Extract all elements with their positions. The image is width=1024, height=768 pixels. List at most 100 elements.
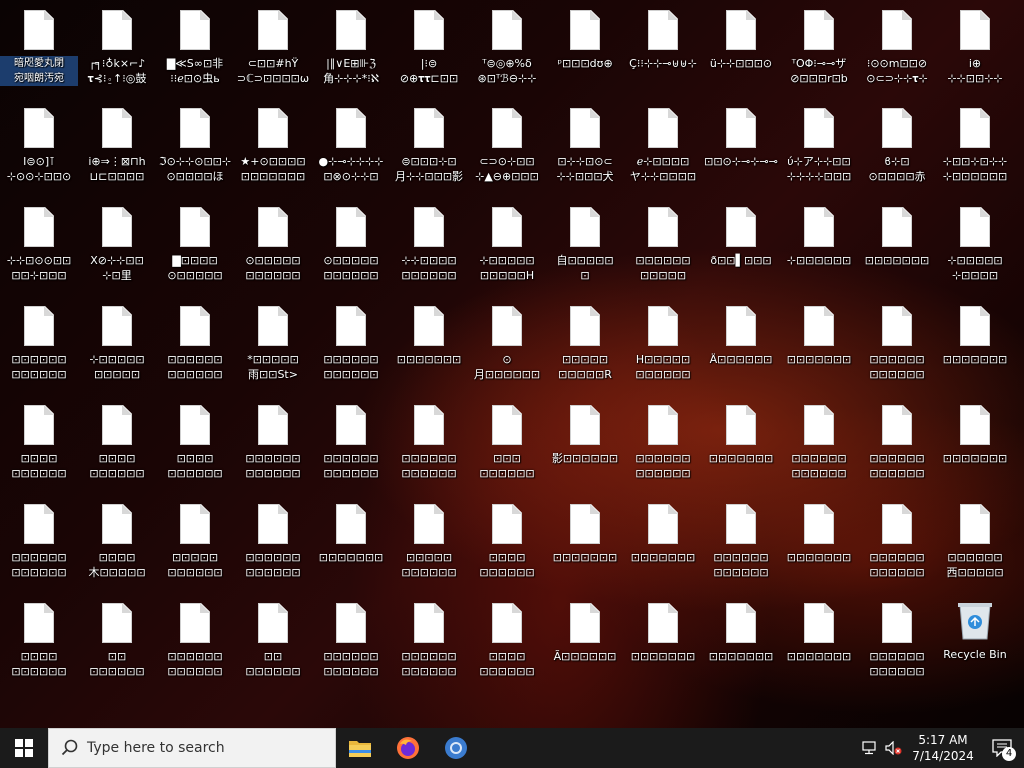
desktop-file-icon[interactable]: ⊡⊡⊡⊡⊡⊡ ⊡⊡⊡⊡⊡⊡ <box>0 296 78 392</box>
desktop-file-icon[interactable]: ⊡⊡⊡⊡⊡⊡ ⊡⊡⊡⊡⊡⊡ <box>312 296 390 392</box>
desktop-file-icon[interactable]: ▇≪S∞⊡非 ⁝⁝ℯ⊡⊙虫ь <box>156 0 234 96</box>
desktop-file-icon[interactable]: ⊡⊡⊡⊡⊡⊡ ⊡⊡⊡⊡⊡⊡ <box>858 494 936 590</box>
desktop-file-icon[interactable]: ┌╕⁝♁k⨯⌐♪ 𝛕⊰⁝⍛↑⁝◎鼓 <box>78 0 156 96</box>
desktop-file-icon[interactable]: ⊡⊡⊡⊡⊡⊡⊡ <box>702 593 780 689</box>
desktop-file-icon[interactable]: ⊡⊡⊡⊡⊡⊡ ⊡⊡⊡⊡⊡⊡ <box>234 395 312 491</box>
desktop-file-icon[interactable]: ⊡⊡⊡⊡⊡⊡ ⊡⊡⊡⊡⊡⊡ <box>390 395 468 491</box>
desktop-file-icon[interactable]: ⊡⊡⊡⊡⊡⊡ ⊡⊡⊡⊡⊡⊡ <box>858 296 936 392</box>
taskbar-search-box[interactable]: Type here to search <box>48 728 336 768</box>
desktop-file-icon[interactable]: ⊡⊡⊡⊡⊡⊡ 西⊡⊡⊡⊡⊡ <box>936 494 1014 590</box>
desktop-file-icon[interactable]: ⊡⊡⊡⊡⊡⊡ ⊡⊡⊡⊡⊡⊡ <box>702 494 780 590</box>
desktop-file-icon[interactable]: ⊡⊡⊡⊡⊡⊡ ⊡⊡⊡⊡⊡⊡ <box>858 395 936 491</box>
desktop-file-icon[interactable]: ύ⊹ア⊹⊹⊡⊡ ⊹⊹⊹⊹⊡⊡⊡ <box>780 98 858 194</box>
desktop-file-icon[interactable]: ⊜⊡⊡⊡⊹⊡ 月⊹⊹⊡⊡⊡影 <box>390 98 468 194</box>
desktop-file-icon[interactable]: ⊡⊡⊡⊡⊡⊡⊡ <box>546 494 624 590</box>
desktop-file-icon[interactable]: ⊂⊃⊙⊹⊡⊡ ⊹▲⊖⊕⊡⊡⊡ <box>468 98 546 194</box>
desktop-file-icon[interactable]: ⊹⊹⊡⊙⊙⊡⊡ ⊡⊡⊹⊡⊡⊡ <box>0 197 78 293</box>
firefox-taskbar-button[interactable] <box>384 728 432 768</box>
desktop-file-icon[interactable]: ⊡⊡⊡⊡⊡⊡⊡ <box>858 197 936 293</box>
desktop-file-icon[interactable]: ⊡⊡⊡⊡⊡⊡ ⊡⊡⊡⊡⊡⊡ <box>312 395 390 491</box>
desktop-file-icon[interactable]: ⊡⊡⊡⊡⊡ ⊡⊡⊡⊡⊡R <box>546 296 624 392</box>
desktop-file-icon[interactable]: ϐ⊹⊡ ⊙⊡⊡⊡⊡赤 <box>858 98 936 194</box>
desktop-file-icon[interactable]: ⊹⊡⊡⊹⊡⊹⊹ ⊹⊡⊡⊡⊡⊡⊡ <box>936 98 1014 194</box>
desktop-file-icon[interactable]: Ã⊡⊡⊡⊡⊡⊡ <box>546 593 624 689</box>
network-tray-button[interactable] <box>858 728 882 768</box>
desktop-file-icon[interactable]: ⊡⊡⊡⊡⊡⊡⊡ <box>780 494 858 590</box>
desktop-file-icon[interactable]: ᵀ⊜◎⊕%δ ⊛⊡ᵀℬ⊖⊹⊹ <box>468 0 546 96</box>
desktop-file-icon[interactable]: ⊡⊡⊡⊡⊡⊡ ⊡⊡⊡⊡⊡⊡ <box>0 494 78 590</box>
desktop-file-icon[interactable]: ⊡⊡⊡⊡⊡⊡⊡ <box>936 395 1014 491</box>
desktop-file-icon[interactable]: ⊡⊡⊡⊡ ⊡⊡⊡⊡⊡⊡ <box>78 395 156 491</box>
desktop-file-icon[interactable]: ⊡⊡⊡⊡⊡⊡⊡ <box>624 593 702 689</box>
desktop-file-icon[interactable]: ⊡⊡⊡⊡ ⊡⊡⊡⊡⊡⊡ <box>156 395 234 491</box>
desktop-file-icon[interactable]: ᵀOΦ⁝⊸⊸ザ ⊘⊡⊡⊡r⊡b <box>780 0 858 96</box>
desktop-file-icon[interactable]: ⊡⊡ ⊡⊡⊡⊡⊡⊡ <box>78 593 156 689</box>
desktop-file-icon[interactable]: ⊡⊡⊡⊡⊡⊡ ⊡⊡⊡⊡⊡⊡ <box>624 395 702 491</box>
desktop-file-icon[interactable]: ⊡⊡⊡⊡⊡⊡ ⊡⊡⊡⊡⊡⊡ <box>234 494 312 590</box>
desktop-file-icon[interactable]: ⊂⊡⊡#hΫ ⊃ℂ⊃⊡⊡⊡⊡ω <box>234 0 312 96</box>
desktop-file-icon[interactable]: 暗咫愛丸閉 宛咽朗汚宛 <box>0 0 78 96</box>
chrome-taskbar-button[interactable] <box>432 728 480 768</box>
desktop-file-icon[interactable]: Ä⊡⊡⊡⊡⊡⊡ <box>702 296 780 392</box>
desktop-file-icon[interactable]: ⊡⊡⊡⊡⊡⊡ ⊡⊡⊡⊡⊡ <box>624 197 702 293</box>
desktop-file-icon[interactable]: ⊡⊡⊡⊡ ⊡⊡⊡⊡⊡⊡ <box>0 593 78 689</box>
desktop-file-icon[interactable]: ⊡⊡⊡⊡⊡⊡⊡ <box>936 296 1014 392</box>
action-center-button[interactable]: 4 <box>980 728 1024 768</box>
desktop-file-icon[interactable]: ⊡⊡⊡⊡⊡⊡ ⊡⊡⊡⊡⊡⊡ <box>156 593 234 689</box>
desktop-file-icon[interactable]: ⊡⊡⊡⊡⊡⊡ ⊡⊡⊡⊡⊡⊡ <box>780 395 858 491</box>
desktop-file-icon[interactable]: ⊡⊡⊡⊡ 木⊡⊡⊡⊡⊡ <box>78 494 156 590</box>
desktop-file-icon[interactable]: ⊡⊡⊡⊡⊡⊡ ⊡⊡⊡⊡⊡⊡ <box>858 593 936 689</box>
desktop-file-icon[interactable]: ⊙ 月⊡⊡⊡⊡⊡⊡ <box>468 296 546 392</box>
desktop-file-icon[interactable]: ⊡⊡⊡⊡ ⊡⊡⊡⊡⊡⊡ <box>468 593 546 689</box>
desktop-file-icon[interactable]: Ι⊜⊙]⊺ ⊹⊙⊙⊹⊡⊡⊙ <box>0 98 78 194</box>
desktop-file-icon[interactable]: 自⊡⊡⊡⊡⊡ ⊡ <box>546 197 624 293</box>
desktop-file-icon[interactable]: X⊘⊹⊹⊡⊡ ⊹⊡里 <box>78 197 156 293</box>
desktop-file-icon[interactable]: ⊡⊡⊡⊡⊡⊡ ⊡⊡⊡⊡⊡⊡ <box>156 296 234 392</box>
recycle-bin-desktop-icon[interactable]: Recycle Bin <box>936 593 1014 689</box>
desktop-file-icon[interactable]: 影⊡⊡⊡⊡⊡⊡ <box>546 395 624 491</box>
desktop-file-icon[interactable]: ⊡⊡⊡⊡⊡⊡⊡ <box>702 395 780 491</box>
desktop-file-icon[interactable]: ü⊹⊹⊡⊡⊡⊙ <box>702 0 780 96</box>
taskbar-clock[interactable]: 5:17 AM 7/14/2024 <box>906 732 980 764</box>
desktop-file-icon[interactable]: ⊡⊡⊡ ⊡⊡⊡⊡⊡⊡ <box>468 395 546 491</box>
desktop-file-icon[interactable]: ●⊹⊸⊹⊹⊹⊹ ⊡⊗⊙⊹⊹⊡ <box>312 98 390 194</box>
desktop-file-icon[interactable]: ★+⊙⊡⊡⊡⊡ ⊡⊡⊡⊡⊡⊡⊡ <box>234 98 312 194</box>
desktop-file-icon[interactable]: ▇⊡⊡⊡⊡ ⊙⊡⊡⊡⊡⊡ <box>156 197 234 293</box>
desktop-file-icon[interactable]: ⊙⊡⊡⊡⊡⊡ ⊡⊡⊡⊡⊡⊡ <box>312 197 390 293</box>
desktop-file-icon[interactable]: i⊕⇒⋮⊠⊓h ⊔⊏⊡⊡⊡⊡ <box>78 98 156 194</box>
desktop-file-icon[interactable]: ⊡⊡⊡⊡⊡⊡⊡ <box>624 494 702 590</box>
desktop-file-icon[interactable]: ⊡⊡⊡⊡⊡⊡⊡ <box>780 296 858 392</box>
desktop-file-icon[interactable]: ⁝⊙⊙m⊡⊡⊘ ⊙⊂⊃⊹⊹𝛕⊹ <box>858 0 936 96</box>
desktop-file-icon[interactable]: ⊹⊡⊡⊡⊡⊡ ⊡⊡⊡⊡⊡ <box>78 296 156 392</box>
desktop-file-icon[interactable]: ⊹⊡⊡⊡⊡⊡ ⊡⊡⊡⊡⊡H <box>468 197 546 293</box>
desktop-file-icon[interactable]: |⁝⊜ ⊘⊕𝛕𝛕⊏⊡⊡ <box>390 0 468 96</box>
desktop-file-icon[interactable]: ℯ⊹⊡⊡⊡⊡ ヤ⊹⊹⊡⊡⊡⊡ <box>624 98 702 194</box>
desktop-file-icon[interactable]: ⊡⊡⊡⊡⊡⊡⊡ <box>780 593 858 689</box>
desktop-file-icon[interactable]: ⊡⊡⊙⊹⊸⊹⊸⊸ <box>702 98 780 194</box>
desktop-file-icon[interactable]: ⊡⊡ ⊡⊡⊡⊡⊡⊡ <box>234 593 312 689</box>
desktop-file-icon[interactable]: *⊡⊡⊡⊡⊡ 雨⊡⊡St> <box>234 296 312 392</box>
desktop-file-icon[interactable]: ⊡⊡⊡⊡ ⊡⊡⊡⊡⊡⊡ <box>468 494 546 590</box>
desktop-file-icon[interactable]: ⊙⊡⊡⊡⊡⊡ ⊡⊡⊡⊡⊡⊡ <box>234 197 312 293</box>
desktop-file-icon[interactable]: ⊹⊡⊡⊡⊡⊡⊡ <box>780 197 858 293</box>
desktop-file-icon[interactable]: ⊡⊡⊡⊡⊡⊡⊡ <box>390 296 468 392</box>
desktop-file-icon[interactable]: |∥∨Ε⊞⊪ℨ 角⊹⊹⊹*⁝ℵ <box>312 0 390 96</box>
desktop-file-icon[interactable]: ⊡⊡⊡⊡⊡⊡ ⊡⊡⊡⊡⊡⊡ <box>312 593 390 689</box>
desktop-file-icon[interactable]: ⊹⊹⊡⊡⊡⊡ ⊡⊡⊡⊡⊡⊡ <box>390 197 468 293</box>
desktop-file-icon[interactable]: ⊡⊡⊡⊡⊡⊡⊡ <box>312 494 390 590</box>
desktop-file-icon[interactable]: ⊡⊡⊡⊡⊡⊡ ⊡⊡⊡⊡⊡⊡ <box>390 593 468 689</box>
desktop-file-icon[interactable]: H⊡⊡⊡⊡⊡ ⊡⊡⊡⊡⊡⊡ <box>624 296 702 392</box>
desktop-file-icon[interactable]: ⊡⊡⊡⊡⊡ ⊡⊡⊡⊡⊡⊡ <box>390 494 468 590</box>
desktop-file-icon[interactable]: ⊹⊡⊡⊡⊡⊡ ⊹⊡⊡⊡⊡ <box>936 197 1014 293</box>
desktop-file-icon[interactable]: ⊡⊡⊡⊡ ⊡⊡⊡⊡⊡⊡ <box>0 395 78 491</box>
desktop-file-icon[interactable]: ⊡⊹⊹⊡⊙⊂ ⊹⊹⊡⊡⊡犬 <box>546 98 624 194</box>
desktop-file-icon[interactable]: ℑ⊙⊹⊹⊙⊡⊡⊹ ⊙⊡⊡⊡⊡ほ <box>156 98 234 194</box>
desktop-file-icon[interactable]: ð⊡⊡▌⊡⊡⊡ <box>702 197 780 293</box>
file-explorer-taskbar-button[interactable] <box>336 728 384 768</box>
desktop-file-icon[interactable]: Ç⁝⁝⊹⊹⊸⊎⊎⊹ <box>624 0 702 96</box>
volume-tray-button[interactable] <box>882 728 906 768</box>
start-button[interactable] <box>0 728 48 768</box>
desktop-file-icon[interactable]: i⊕ ⊹⊹⊡⊡⊹⊹ <box>936 0 1014 96</box>
desktop-file-icon[interactable]: ⊡⊡⊡⊡⊡ ⊡⊡⊡⊡⊡⊡ <box>156 494 234 590</box>
desktop-file-icon[interactable]: ᵖ⊡⊡⊡dʊ⊕ <box>546 0 624 96</box>
